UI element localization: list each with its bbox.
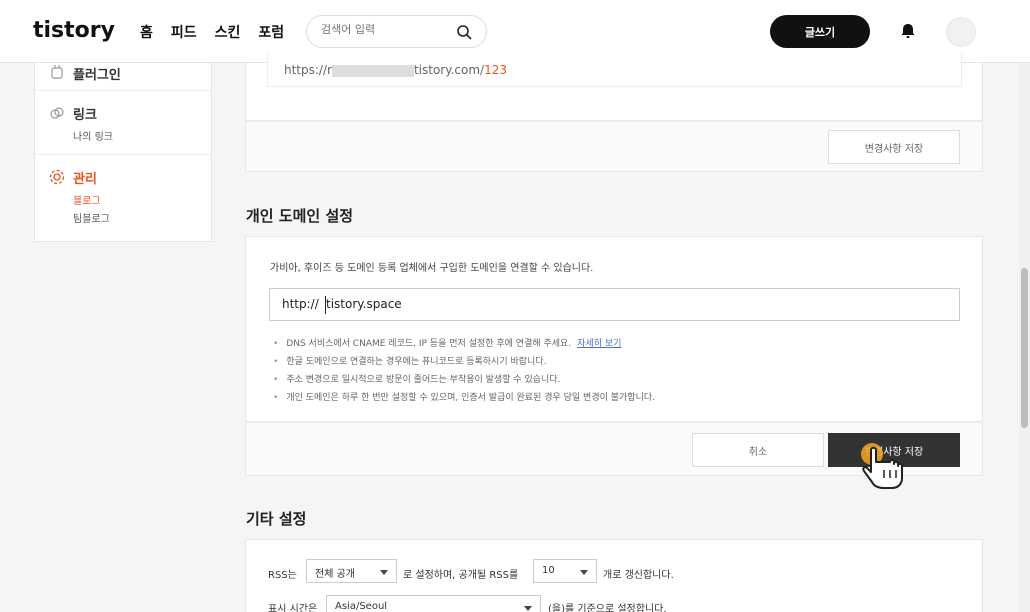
sidebar-item-manage[interactable]: 관리 [73, 168, 97, 187]
sidebar-item-link[interactable]: 링크 [73, 104, 97, 123]
nav-skin[interactable]: 스킨 [215, 22, 241, 42]
domain-description: 가비아, 후이즈 등 도메인 등록 업체에서 구입한 도메인을 연결할 수 있습… [270, 263, 594, 274]
rss-mid-text: 로 설정하며, 공개될 RSS를 [403, 570, 519, 581]
domain-value: tistory.space [326, 297, 402, 311]
bell-icon[interactable] [899, 22, 917, 40]
save-address-button[interactable]: 변경사항 저장 [828, 130, 960, 164]
rss-visibility-select[interactable]: 전체 공개 [306, 559, 397, 583]
sidebar-section-manage: 관리 블로그 팀블로그 [35, 155, 211, 241]
nav-home[interactable]: 홈 [140, 22, 153, 42]
sidebar-section-plugin[interactable]: 플러그인 [35, 63, 211, 91]
sidebar-sub-teamblog[interactable]: 팀블로그 [73, 210, 110, 225]
address-card-footer: 변경사항 저장 [245, 121, 983, 172]
nav-forum[interactable]: 포럼 [258, 22, 284, 42]
avatar[interactable] [946, 17, 976, 47]
note-item: 주소 변경으로 일시적으로 방문이 줄어드는 부작용이 발생할 수 있습니다. [273, 371, 655, 389]
search-icon[interactable] [456, 24, 472, 40]
rss-label: RSS는 [268, 570, 297, 581]
sidebar-section-link: 링크 나의 링크 [35, 91, 211, 155]
write-button[interactable]: 글쓰기 [770, 15, 870, 48]
redacted-block [331, 64, 414, 77]
time-end-text: (을)를 기준으로 설정합니다. [548, 604, 667, 612]
main-nav: 홈 피드 스킨 포럼 [140, 22, 284, 42]
more-info-link[interactable]: 자세히 보기 [577, 339, 621, 349]
scrollbar-thumb[interactable] [1021, 268, 1028, 428]
note-item: 한글 도메인으로 연결하는 경우에는 퓨니코드로 등록하시기 바랍니다. [273, 353, 655, 371]
domain-section-title: 개인 도메인 설정 [246, 207, 354, 225]
domain-notes: DNS 서비스에서 CNAME 레코드, IP 등을 먼저 설정한 후에 연결해… [273, 335, 655, 407]
sidebar-sub-mylink[interactable]: 나의 링크 [73, 128, 113, 143]
chevron-down-icon [380, 570, 388, 575]
search-box [306, 15, 487, 48]
sidebar: 플러그인 링크 나의 링크 관리 블로그 팀블로그 [34, 63, 212, 242]
gear-icon [49, 169, 65, 185]
chevron-down-icon [524, 606, 532, 611]
domain-input[interactable]: http:// tistory.space [269, 288, 960, 321]
etc-section-title: 기타 설정 [246, 510, 307, 528]
blog-url-box: https://r tistory.com/123 [267, 52, 962, 87]
link-icon [50, 107, 64, 119]
rss-count-select[interactable]: 10 [533, 559, 597, 583]
domain-prefix: http:// [282, 297, 319, 311]
note-item: DNS 서비스에서 CNAME 레코드, IP 등을 먼저 설정한 후에 연결해… [273, 335, 655, 353]
chevron-down-icon [580, 570, 588, 575]
hand-cursor-icon [861, 443, 903, 489]
rss-end-text: 개로 갱신합니다. [603, 570, 674, 581]
plugin-icon [51, 65, 63, 79]
time-label: 표시 시간은 [268, 604, 318, 612]
tistory-logo[interactable]: tistory [33, 18, 115, 43]
nav-feed[interactable]: 피드 [171, 22, 197, 42]
sidebar-sub-blog[interactable]: 블로그 [73, 192, 101, 207]
page-scrollbar[interactable] [1019, 63, 1030, 612]
blog-url: https://r tistory.com/123 [284, 63, 508, 77]
note-item: 개인 도메인은 하루 한 번만 설정할 수 있으며, 인증서 발급이 완료된 경… [273, 389, 655, 407]
cancel-button[interactable]: 취소 [692, 433, 824, 467]
timezone-select[interactable]: Asia/Seoul [326, 595, 541, 612]
search-input[interactable] [321, 23, 451, 36]
sidebar-item-plugin[interactable]: 플러그인 [73, 64, 121, 83]
